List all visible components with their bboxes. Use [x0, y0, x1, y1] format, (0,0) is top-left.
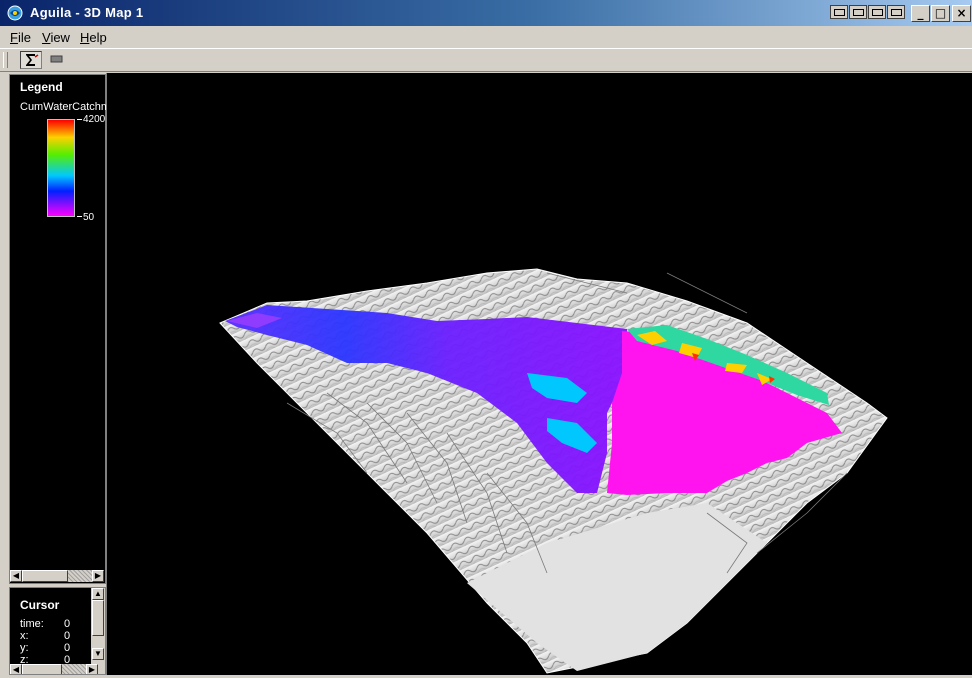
title-bar: Aguila - 3D Map 1 _ □ × — [0, 0, 972, 26]
sigma-icon — [26, 54, 39, 66]
terrain-render[interactable] — [107, 73, 972, 675]
legend-colorbar — [47, 119, 75, 217]
legend-tick-min — [77, 216, 82, 217]
cursor-hscrollbar[interactable]: ◀ ▶ — [10, 664, 105, 674]
legend-hscroll-track[interactable] — [68, 570, 92, 582]
scroll-down-icon[interactable]: ▼ — [92, 648, 104, 660]
cursor-scroll-right-icon[interactable]: ▶ — [86, 664, 98, 674]
window-list-icon[interactable] — [849, 5, 867, 19]
stop-icon — [50, 55, 63, 63]
map-3d-viewport[interactable] — [107, 73, 972, 675]
cursor-row-time: time: 0 — [20, 618, 71, 630]
legend-panel: Legend CumWaterCatchment 4200 50 — [9, 74, 106, 584]
title-tray — [830, 5, 907, 21]
cursor-panel: Cursor time: 0 x: 0 y: 0 z: 0 ▲ ▼ ◀ ▶ — [9, 587, 106, 675]
menu-view[interactable]: View — [42, 30, 70, 45]
cursor-title: Cursor — [20, 598, 60, 612]
scroll-right-icon[interactable]: ▶ — [92, 570, 104, 582]
sigma-tool-button[interactable] — [20, 51, 42, 69]
stop-tool-button[interactable] — [46, 51, 68, 69]
cursor-vscrollbar[interactable]: ▲ ▼ — [91, 588, 105, 664]
cursor-vscroll-thumb[interactable] — [92, 600, 104, 636]
maximize-button[interactable]: □ — [931, 5, 950, 22]
legend-attribute-name: CumWaterCatchment — [20, 101, 106, 113]
legend-hscroll-thumb[interactable] — [22, 570, 68, 582]
aguila-app-icon[interactable] — [6, 4, 24, 22]
menu-help[interactable]: Help — [80, 30, 107, 45]
window-restore-icon[interactable] — [887, 5, 905, 19]
legend-title: Legend — [20, 80, 63, 94]
close-button[interactable]: × — [952, 5, 971, 22]
cursor-scroll-left-icon[interactable]: ◀ — [10, 664, 22, 674]
legend-min-value: 50 — [83, 212, 95, 223]
menu-file[interactable]: File — [10, 30, 31, 45]
legend-tick-max — [77, 119, 82, 120]
monitor-icon[interactable] — [830, 5, 848, 19]
toolbar — [0, 48, 972, 72]
cursor-hscroll-track[interactable] — [62, 664, 86, 674]
scroll-left-icon[interactable]: ◀ — [10, 570, 22, 582]
minimize-button[interactable]: _ — [911, 5, 930, 22]
cursor-hscroll-thumb[interactable] — [22, 664, 62, 674]
scroll-up-icon[interactable]: ▲ — [92, 588, 104, 600]
cursor-row-y: y: 0 — [20, 642, 71, 654]
legend-max-value: 4200 — [83, 114, 106, 125]
window-move-icon[interactable] — [868, 5, 886, 19]
cursor-row-x: x: 0 — [20, 630, 71, 642]
window-title: Aguila - 3D Map 1 — [30, 5, 144, 20]
menu-bar: File View Help — [0, 27, 972, 47]
legend-hscrollbar[interactable]: ◀ ▶ — [10, 570, 104, 582]
toolbar-grip[interactable] — [3, 52, 8, 68]
